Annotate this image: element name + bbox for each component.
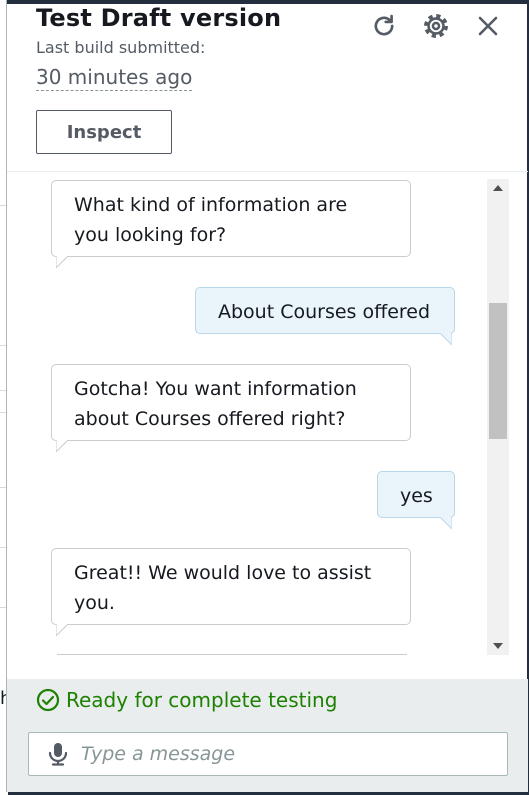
scrollbar-thumb[interactable] <box>489 303 507 439</box>
message-input[interactable] <box>81 739 491 769</box>
chat-transcript[interactable]: What kind of information are you looking… <box>7 172 528 678</box>
scroll-up-button[interactable] <box>487 179 509 197</box>
refresh-button[interactable] <box>368 10 400 42</box>
scroll-down-icon <box>493 643 503 649</box>
scroll-down-button[interactable] <box>487 637 509 655</box>
user-bubble-tail <box>440 333 452 345</box>
user-message: yes <box>377 471 455 518</box>
bot-bubble-tail <box>56 624 68 636</box>
check-circle-icon <box>36 688 60 712</box>
message-line: What kind of information are <box>74 194 348 216</box>
gear-icon <box>424 14 448 38</box>
next-message-edge <box>57 654 407 655</box>
microphone-icon[interactable] <box>47 742 69 766</box>
scroll-up-icon <box>493 185 503 191</box>
bot-bubble-tail <box>56 440 68 452</box>
message-line: yes <box>400 485 433 507</box>
refresh-icon <box>374 14 394 36</box>
message-input-container[interactable] <box>28 732 508 776</box>
chat-footer: Ready for complete testing <box>7 679 528 792</box>
message-line: about Courses offered right? <box>74 408 346 430</box>
test-bot-panel: Test Draft version Last build submitted:… <box>6 0 528 792</box>
bot-message: Great!! We would love to assist you. <box>51 548 411 625</box>
bot-bubble-tail <box>56 256 68 268</box>
message-line: Great!! We would love to assist <box>74 562 372 584</box>
message-line: you looking for? <box>74 224 227 246</box>
last-build-time[interactable]: 30 minutes ago <box>36 65 193 91</box>
inspect-button[interactable]: Inspect <box>36 110 172 154</box>
status-text: Ready for complete testing <box>66 688 338 712</box>
close-button[interactable] <box>472 10 504 42</box>
message-line: you. <box>74 592 115 614</box>
user-bubble-tail <box>440 517 452 529</box>
panel-title: Test Draft version <box>36 4 282 32</box>
chat-scrollbar[interactable] <box>487 179 509 655</box>
close-icon <box>478 16 498 36</box>
user-message: About Courses offered <box>195 287 455 334</box>
message-line: About Courses offered <box>218 301 431 323</box>
settings-button[interactable] <box>420 10 452 42</box>
status-indicator: Ready for complete testing <box>36 688 337 712</box>
bot-message: Gotcha! You want information about Cours… <box>51 364 411 441</box>
last-build-label: Last build submitted: <box>36 38 206 57</box>
message-line: Gotcha! You want information <box>74 378 357 400</box>
bot-message: What kind of information are you looking… <box>51 180 411 257</box>
